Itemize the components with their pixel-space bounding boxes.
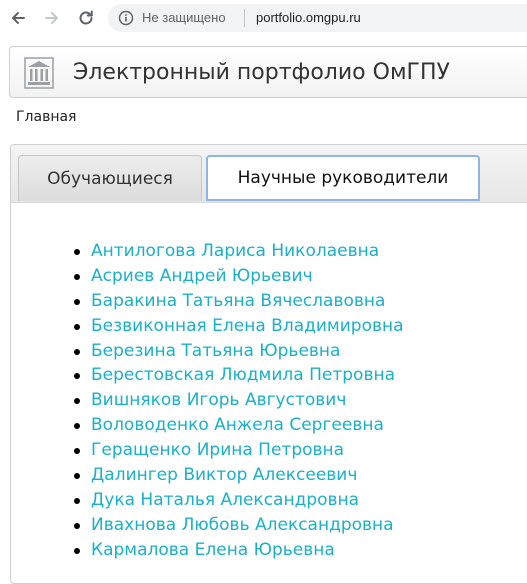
back-arrow-icon xyxy=(12,12,25,24)
browser-toolbar: Не защищено portfolio.omgpu.ru xyxy=(0,0,527,37)
supervisor-link[interactable]: Вишняков Игорь Августович xyxy=(91,388,346,413)
bullet-icon xyxy=(74,522,80,529)
supervisor-link[interactable]: Кармалова Елена Юрьевна xyxy=(91,538,335,563)
forward-arrow-icon xyxy=(45,12,58,24)
site-header: Электронный портфолио ОмГПУ xyxy=(9,46,527,98)
bullet-icon xyxy=(74,273,80,280)
tab-supervisors[interactable]: Научные руководители xyxy=(206,155,480,201)
site-title: Электронный портфолио ОмГПУ xyxy=(73,60,450,85)
supervisor-link[interactable]: Баракина Татьяна Вячеславовна xyxy=(91,289,385,314)
bullet-icon xyxy=(74,298,80,305)
forward-button[interactable] xyxy=(40,6,64,30)
bullet-icon xyxy=(74,497,80,504)
supervisor-link[interactable]: Асриев Андрей Юрьевич xyxy=(91,264,313,289)
url-text[interactable]: portfolio.omgpu.ru xyxy=(256,10,361,26)
university-building-logo[interactable] xyxy=(24,57,54,89)
page-content: Электронный портфолио ОмГПУ Главная Обуч… xyxy=(0,37,527,584)
bullet-icon xyxy=(74,249,80,255)
info-icon[interactable] xyxy=(118,10,134,26)
bullet-icon xyxy=(74,323,80,330)
supervisor-link[interactable]: Ивахнова Любовь Александровна xyxy=(91,513,394,538)
supervisor-link[interactable]: Антилогова Лариса Николаевна xyxy=(91,239,379,264)
supervisor-link[interactable]: Берестовская Людмила Петровна xyxy=(91,363,395,388)
tab-students[interactable]: Обучающиеся xyxy=(18,155,202,201)
bullet-icon xyxy=(74,348,80,355)
supervisor-link[interactable]: Геращенко Ирина Петровна xyxy=(91,438,344,463)
supervisor-link[interactable]: Воловоденко Анжела Сергеевна xyxy=(91,413,384,438)
supervisor-link[interactable]: Березина Татьяна Юрьевна xyxy=(91,339,340,364)
reload-icon xyxy=(79,10,93,25)
supervisor-link[interactable]: Безвиконная Елена Владимировна xyxy=(91,314,404,339)
reload-button[interactable] xyxy=(74,6,98,30)
supervisor-link[interactable]: Далингер Виктор Алексеевич xyxy=(91,463,357,488)
security-status: Не защищено xyxy=(142,10,226,25)
bullet-icon xyxy=(74,473,80,480)
omnibox-divider xyxy=(244,9,245,27)
supervisor-link[interactable]: Дука Наталья Александровна xyxy=(91,488,359,513)
address-bar[interactable]: Не защищено portfolio.omgpu.ru xyxy=(108,4,527,32)
nav-home-link[interactable]: Главная xyxy=(16,109,76,126)
bullet-icon xyxy=(74,547,80,554)
tab-strip: Обучающиеся Научные руководители xyxy=(11,145,527,203)
back-button[interactable] xyxy=(6,6,30,30)
